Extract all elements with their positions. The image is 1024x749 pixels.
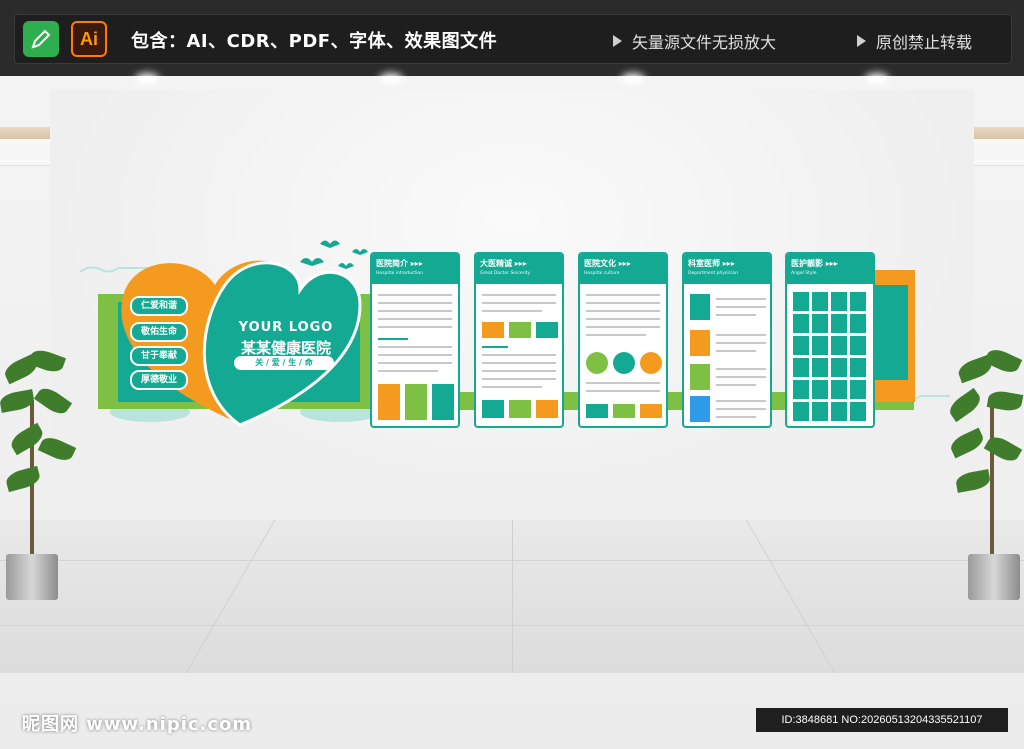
panel-subtitle: Department physician — [688, 271, 738, 276]
photo-placeholder — [850, 292, 866, 311]
value-pill: 厚德敬业 — [130, 370, 188, 390]
photo-placeholder — [793, 314, 809, 333]
panel-title: 大医精诚 ▸▸▸ — [480, 259, 527, 268]
photo-placeholder — [793, 336, 809, 355]
hospital-name: 某某健康医院 — [240, 339, 331, 357]
photo-placeholder — [831, 292, 847, 311]
logo-placeholder-text: YOUR LOGO — [238, 320, 334, 335]
image-id-label: ID:3848681 NO:20260513204335521107 — [756, 708, 1008, 732]
panel-subtitle: Angel Style — [791, 271, 817, 276]
photo-placeholder — [831, 314, 847, 333]
panel-hospital-culture: 医院文化 ▸▸▸ Hospital culture — [578, 252, 668, 428]
site-watermark: 昵图网 www.nipic.com — [22, 714, 253, 735]
value-pill: 敬佑生命 — [130, 322, 188, 342]
value-pill: 仁爱和谐 — [130, 296, 188, 316]
photo-placeholder — [812, 380, 828, 399]
panel-subtitle: Hospital culture — [584, 271, 620, 276]
photo-placeholder — [793, 292, 809, 311]
panel-title: 医院文化 ▸▸▸ — [584, 259, 631, 268]
panel-department-physician: 科室医师 ▸▸▸ Department physician — [682, 252, 772, 428]
photo-placeholder — [831, 358, 847, 377]
value-pill: 甘于奉献 — [130, 346, 188, 366]
photo-placeholder — [850, 402, 866, 421]
panel-hospital-introduction: 医院简介 ▸▸▸ Hospital introduction — [370, 252, 460, 428]
photo-placeholder — [793, 380, 809, 399]
photo-placeholder — [831, 380, 847, 399]
hospital-logo: YOUR LOGO 某某健康医院 — [222, 320, 350, 358]
panel-subtitle: Hospital introduction — [376, 271, 423, 276]
photo-placeholder — [812, 336, 828, 355]
photo-placeholder — [850, 358, 866, 377]
photo-placeholder — [793, 402, 809, 421]
photo-placeholder — [812, 402, 828, 421]
photo-placeholder — [812, 358, 828, 377]
photo-placeholder — [850, 314, 866, 333]
photo-placeholder — [831, 402, 847, 421]
photo-placeholder — [812, 292, 828, 311]
photo-placeholder — [812, 314, 828, 333]
photo-placeholder — [793, 358, 809, 377]
photo-placeholder — [850, 380, 866, 399]
panel-title: 医护靓影 ▸▸▸ — [791, 259, 838, 268]
panel-subtitle: Great Doctor Sincerity — [480, 271, 531, 276]
photo-placeholder — [831, 336, 847, 355]
panel-title: 科室医师 ▸▸▸ — [688, 259, 735, 268]
hospital-slogan: 关 / 爱 / 生 / 命 — [234, 356, 334, 370]
panel-great-doctor: 大医精诚 ▸▸▸ Great Doctor Sincerity — [474, 252, 564, 428]
photo-placeholder — [850, 336, 866, 355]
panel-title: 医院简介 ▸▸▸ — [376, 259, 423, 268]
panel-angel-style: 医护靓影 ▸▸▸ Angel Style — [785, 252, 875, 428]
